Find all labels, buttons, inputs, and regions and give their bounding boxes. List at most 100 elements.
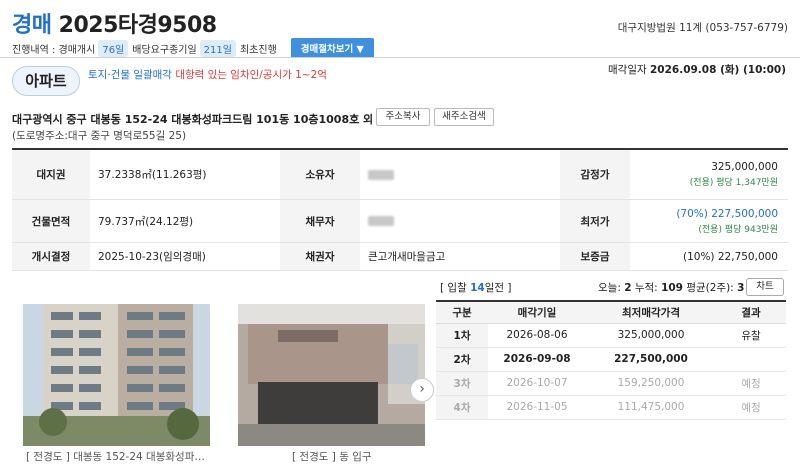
- total-count: 109: [661, 282, 683, 294]
- dividend-label: 배당요구종기일: [132, 44, 197, 56]
- entrance-photo-image: [238, 304, 425, 446]
- debtor-value: [360, 200, 560, 242]
- auction-round-table: 구분 매각기일 최저매각가격 결과 1차 2026-08-06 325,000,…: [436, 300, 786, 420]
- redacted-name: [368, 169, 394, 180]
- warning-label: 대항력 있는 임차인/공시가 1~2억: [175, 69, 327, 81]
- owner-value: [360, 150, 560, 199]
- info-table: 대지권 37.2338㎡(11.263평) 소유자 감정가 325,000,00…: [12, 148, 788, 271]
- bid-days: 14: [470, 282, 485, 294]
- caption-text: 대봉동 152-24 대봉화성파…: [73, 451, 205, 463]
- date-cell: 2026-11-05: [488, 395, 586, 420]
- case-kind: 경매: [12, 13, 52, 38]
- avg-label: 평균(2주):: [686, 282, 734, 294]
- caption-text: 동 입구: [339, 451, 372, 463]
- col-round: 구분: [436, 301, 488, 324]
- case-number: 2025타경9508: [58, 13, 217, 38]
- owner-label: 소유자: [280, 150, 360, 199]
- price-cell: 325,000,000: [586, 323, 716, 348]
- appraisal-price: 325,000,000: [711, 161, 778, 173]
- procedure-button[interactable]: 경매절차보기 ▼: [290, 38, 374, 58]
- appraisal-label: 감정가: [560, 150, 630, 199]
- address: 대구광역시 중구 대봉동 152-24 대봉화성파크드림 101동 10층100…: [12, 113, 405, 126]
- table-row: 3차 2026-10-07 159,250,000 예정: [436, 371, 786, 396]
- round-cell: 1차: [436, 323, 488, 348]
- chart-button[interactable]: 차트: [746, 278, 784, 296]
- info-row: 건물면적 79.737㎡(24.12평) 채무자 최저가 (70%) 227,5…: [12, 200, 788, 243]
- minimum-price-value: (70%) 227,500,000 (전용) 평당 943만원: [630, 200, 788, 242]
- minimum-price: (70%) 227,500,000: [676, 207, 778, 220]
- col-date: 매각기일: [488, 301, 586, 324]
- table-row: 2차 2026-09-08 227,500,000: [436, 347, 786, 372]
- photo-entrance[interactable]: [238, 304, 425, 446]
- deposit-value: (10%) 22,750,000: [630, 243, 788, 270]
- property-type-badge: 아파트: [12, 66, 80, 96]
- photo-caption-2: [ 전경도 ] 동 입구: [292, 449, 372, 464]
- appraisal-value: 325,000,000 (전용) 평당 1,347만원: [630, 150, 788, 199]
- apartment-photo-image: [23, 304, 210, 446]
- table-header-row: 구분 매각기일 최저매각가격 결과: [436, 301, 786, 324]
- minimum-price-label: 최저가: [560, 200, 630, 242]
- chevron-right-icon: ›: [419, 381, 425, 397]
- price-cell: 159,250,000: [586, 371, 716, 396]
- land-rights-label: 대지권: [12, 150, 90, 199]
- table-row: 4차 2026-11-05 111,475,000 예정: [436, 395, 786, 420]
- commence-label: 개시결정: [12, 243, 90, 270]
- bid-prefix: [ 입찰: [440, 282, 471, 294]
- date-cell: 2026-10-07: [488, 371, 586, 396]
- result-cell: 예정: [716, 371, 786, 396]
- court-info: 대구지방법원 11계 (053-757-6779): [617, 22, 788, 34]
- avg-count: 3: [737, 282, 745, 294]
- road-address: (도로명주소:대구 중구 명덕로55길 25): [12, 130, 187, 142]
- caption-tag: [ 전경도 ]: [26, 451, 70, 463]
- result-cell: [716, 347, 786, 372]
- building-area-label: 건물면적: [12, 200, 90, 242]
- new-address-search-button[interactable]: 새주소검색: [434, 108, 494, 126]
- sale-date-label: 매각일자: [608, 64, 647, 76]
- copy-address-button[interactable]: 주소복사: [376, 108, 430, 126]
- today-label: 오늘:: [598, 282, 621, 294]
- photo-exterior[interactable]: [23, 304, 210, 446]
- col-result: 결과: [716, 301, 786, 324]
- caption-tag: [ 전경도 ]: [292, 451, 336, 463]
- col-min-price: 최저매각가격: [586, 301, 716, 324]
- photo-caption-1: [ 전경도 ] 대봉동 152-24 대봉화성파…: [26, 449, 205, 464]
- land-rights-value: 37.2338㎡(11.263평): [98, 169, 207, 181]
- table-row: 1차 2026-08-06 325,000,000 유찰: [436, 323, 786, 348]
- progress-row: 진행내역 : 경매개시 76일 배당요구종기일 211일 최초진행 경매절차보기…: [12, 38, 374, 58]
- creditor-value: 큰고개새마을금고: [368, 251, 446, 263]
- info-row: 대지권 37.2338㎡(11.263평) 소유자 감정가 325,000,00…: [12, 150, 788, 200]
- dividend-days-badge: 211일: [199, 39, 236, 57]
- bid-suffix: 일전 ]: [484, 282, 512, 294]
- next-photo-button[interactable]: ›: [410, 378, 434, 402]
- progress-days-badge: 76일: [98, 39, 129, 57]
- price-cell: 111,475,000: [586, 395, 716, 420]
- round-cell: 4차: [436, 395, 488, 420]
- round-cell: 2차: [436, 347, 488, 372]
- property-description: 토지·건물 일괄매각 대항력 있는 임차인/공시가 1~2억: [88, 67, 327, 82]
- building-area-value: 79.737㎡(24.12평): [98, 215, 194, 228]
- first-status: 최초진행: [239, 44, 277, 56]
- bid-countdown: [ 입찰 14일전 ]: [440, 280, 511, 295]
- appraisal-per-pyeong: (전용) 평당 1,347만원: [689, 178, 778, 188]
- bulk-sale-label: 토지·건물 일괄매각: [88, 69, 172, 81]
- result-cell: 예정: [716, 395, 786, 420]
- minimum-per-pyeong: (전용) 평당 943만원: [698, 224, 778, 235]
- price-cell: 227,500,000: [586, 347, 716, 372]
- progress-label: 진행내역 : 경매개시: [12, 44, 96, 56]
- sale-date: 매각일자 2026.09.08 (화) (10:00): [608, 62, 786, 77]
- view-stats: 오늘: 2 누적: 109 평균(2주): 3: [598, 280, 744, 295]
- sale-date-value: 2026.09.08 (화) (10:00): [649, 64, 786, 76]
- commence-value: 2025-10-23(임의경매): [98, 251, 206, 263]
- total-label: 누적:: [634, 282, 658, 294]
- creditor-label: 채권자: [280, 243, 360, 270]
- redacted-name: [368, 216, 394, 226]
- round-cell: 3차: [436, 371, 488, 396]
- deposit-label: 보증금: [560, 243, 630, 270]
- date-cell: 2026-09-08: [488, 347, 586, 372]
- case-title: 경매 2025타경9508: [12, 7, 217, 39]
- date-cell: 2026-08-06: [488, 323, 586, 348]
- deposit-amount: (10%) 22,750,000: [683, 250, 778, 263]
- debtor-label: 채무자: [280, 200, 360, 242]
- result-cell: 유찰: [716, 323, 786, 348]
- today-count: 2: [624, 282, 632, 294]
